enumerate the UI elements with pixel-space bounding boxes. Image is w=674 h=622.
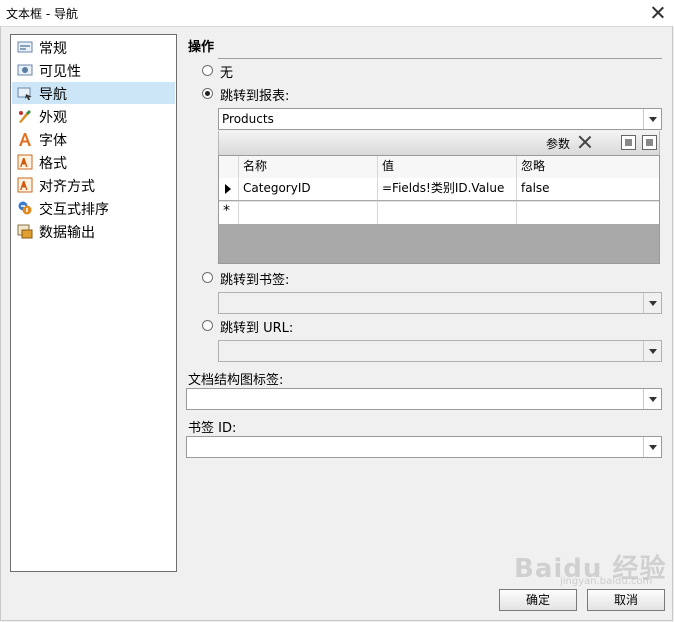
sidebar-item-label: 外观 <box>39 110 67 126</box>
radio-go-to-url-label: 跳转到 URL: <box>220 321 294 336</box>
radio-go-to-bookmark-label: 跳转到书签: <box>220 273 290 288</box>
new-row[interactable]: * <box>219 201 659 224</box>
new-row-marker: * <box>223 203 230 219</box>
param-value-cell[interactable]: =Fields!类别ID.Value <box>378 178 517 200</box>
move-down-icon[interactable] <box>642 135 657 150</box>
param-name-cell[interactable]: CategoryID <box>239 178 378 200</box>
sidebar-item-navigation[interactable]: 导航 <box>12 82 175 104</box>
radio-go-to-bookmark[interactable] <box>202 272 213 283</box>
current-row-indicator <box>219 178 239 200</box>
cancel-button[interactable]: 取消 <box>587 589 665 611</box>
sidebar-item-appearance[interactable]: 外观 <box>12 105 175 127</box>
param-omit-cell[interactable]: false <box>517 178 659 200</box>
sidebar-item-alignment[interactable]: 对齐方式 <box>12 174 175 196</box>
bookmark-id-select[interactable] <box>186 436 662 458</box>
font-icon <box>19 133 31 146</box>
grid-header: 名称 值 忽略 <box>219 156 659 179</box>
radio-go-to-url[interactable] <box>202 320 213 331</box>
new-param-omit-cell[interactable] <box>517 202 659 224</box>
navigation-icon <box>17 87 32 100</box>
url-select[interactable] <box>218 340 662 362</box>
table-row[interactable]: CategoryID =Fields!类别ID.Value false <box>219 178 659 200</box>
chevron-down-icon[interactable] <box>643 293 661 313</box>
baidu-watermark-url: jingyan.baidu.com <box>560 576 653 587</box>
report-select[interactable]: Products <box>218 108 662 130</box>
ok-button[interactable]: 确定 <box>499 589 577 611</box>
parameters-label: 参数 <box>546 137 571 151</box>
radio-none[interactable] <box>202 65 213 76</box>
sidebar-item-label: 数据输出 <box>39 225 95 241</box>
sidebar-item-label: 格式 <box>39 156 67 172</box>
sidebar-item-label: 对齐方式 <box>39 179 95 195</box>
new-row-indicator: * <box>219 202 239 224</box>
column-header-omit[interactable]: 忽略 <box>517 156 659 178</box>
general-icon <box>17 41 33 53</box>
bookmark-select[interactable] <box>218 292 662 314</box>
new-param-name-cell[interactable] <box>239 202 378 224</box>
window-title: 文本框 - 导航 <box>6 7 78 21</box>
sidebar-item-label: 可见性 <box>39 64 81 80</box>
bookmark-id-label: 书签 ID: <box>188 421 237 436</box>
title-bar <box>0 0 674 26</box>
category-sidebar: 常规 可见性 导航 外观 字体 格式 对齐方式 交互式排序 数据输出 <box>10 34 177 572</box>
column-header-name[interactable]: 名称 <box>239 156 378 178</box>
chevron-down-icon[interactable] <box>643 341 661 361</box>
document-map-label: 文档结构图标签: <box>188 373 284 388</box>
action-section-title: 操作 <box>188 40 215 55</box>
sidebar-item-label: 交互式排序 <box>39 202 109 218</box>
close-icon[interactable] <box>648 3 668 23</box>
sidebar-item-label: 导航 <box>39 87 67 103</box>
radio-none-label: 无 <box>220 66 234 81</box>
alignment-icon <box>17 177 33 193</box>
interactive-sort-icon <box>18 201 32 215</box>
radio-go-to-report[interactable] <box>202 88 213 99</box>
section-divider <box>218 58 662 59</box>
document-map-select[interactable] <box>186 388 662 410</box>
radio-go-to-report-label: 跳转到报表: <box>220 89 290 104</box>
new-param-value-cell[interactable] <box>378 202 517 224</box>
chevron-down-icon[interactable] <box>643 437 661 457</box>
report-select-value: Products <box>222 112 274 126</box>
sidebar-item-label: 常规 <box>39 41 67 57</box>
sidebar-item-format[interactable]: 格式 <box>12 151 175 173</box>
row-pointer-icon <box>225 184 231 194</box>
sidebar-item-data-output[interactable]: 数据输出 <box>12 220 175 242</box>
move-up-icon[interactable] <box>621 135 636 150</box>
appearance-icon <box>19 110 31 123</box>
chevron-down-icon[interactable] <box>643 389 661 409</box>
sidebar-item-font[interactable]: 字体 <box>12 128 175 150</box>
sidebar-item-visibility[interactable]: 可见性 <box>12 59 175 81</box>
chevron-down-icon[interactable] <box>643 109 661 129</box>
visibility-icon <box>17 64 33 76</box>
delete-parameter-icon[interactable] <box>576 133 594 151</box>
sidebar-item-general[interactable]: 常规 <box>12 36 175 58</box>
format-icon <box>17 154 33 170</box>
sidebar-item-interactive-sort[interactable]: 交互式排序 <box>12 197 175 219</box>
sidebar-item-label: 字体 <box>39 133 67 149</box>
parameters-grid: 名称 值 忽略 CategoryID =Fields!类别ID.Value fa… <box>218 155 660 264</box>
data-output-icon <box>17 224 33 239</box>
parameters-toolbar: 参数 <box>218 131 660 155</box>
column-header-value[interactable]: 值 <box>378 156 517 178</box>
row-header-corner <box>219 156 239 178</box>
